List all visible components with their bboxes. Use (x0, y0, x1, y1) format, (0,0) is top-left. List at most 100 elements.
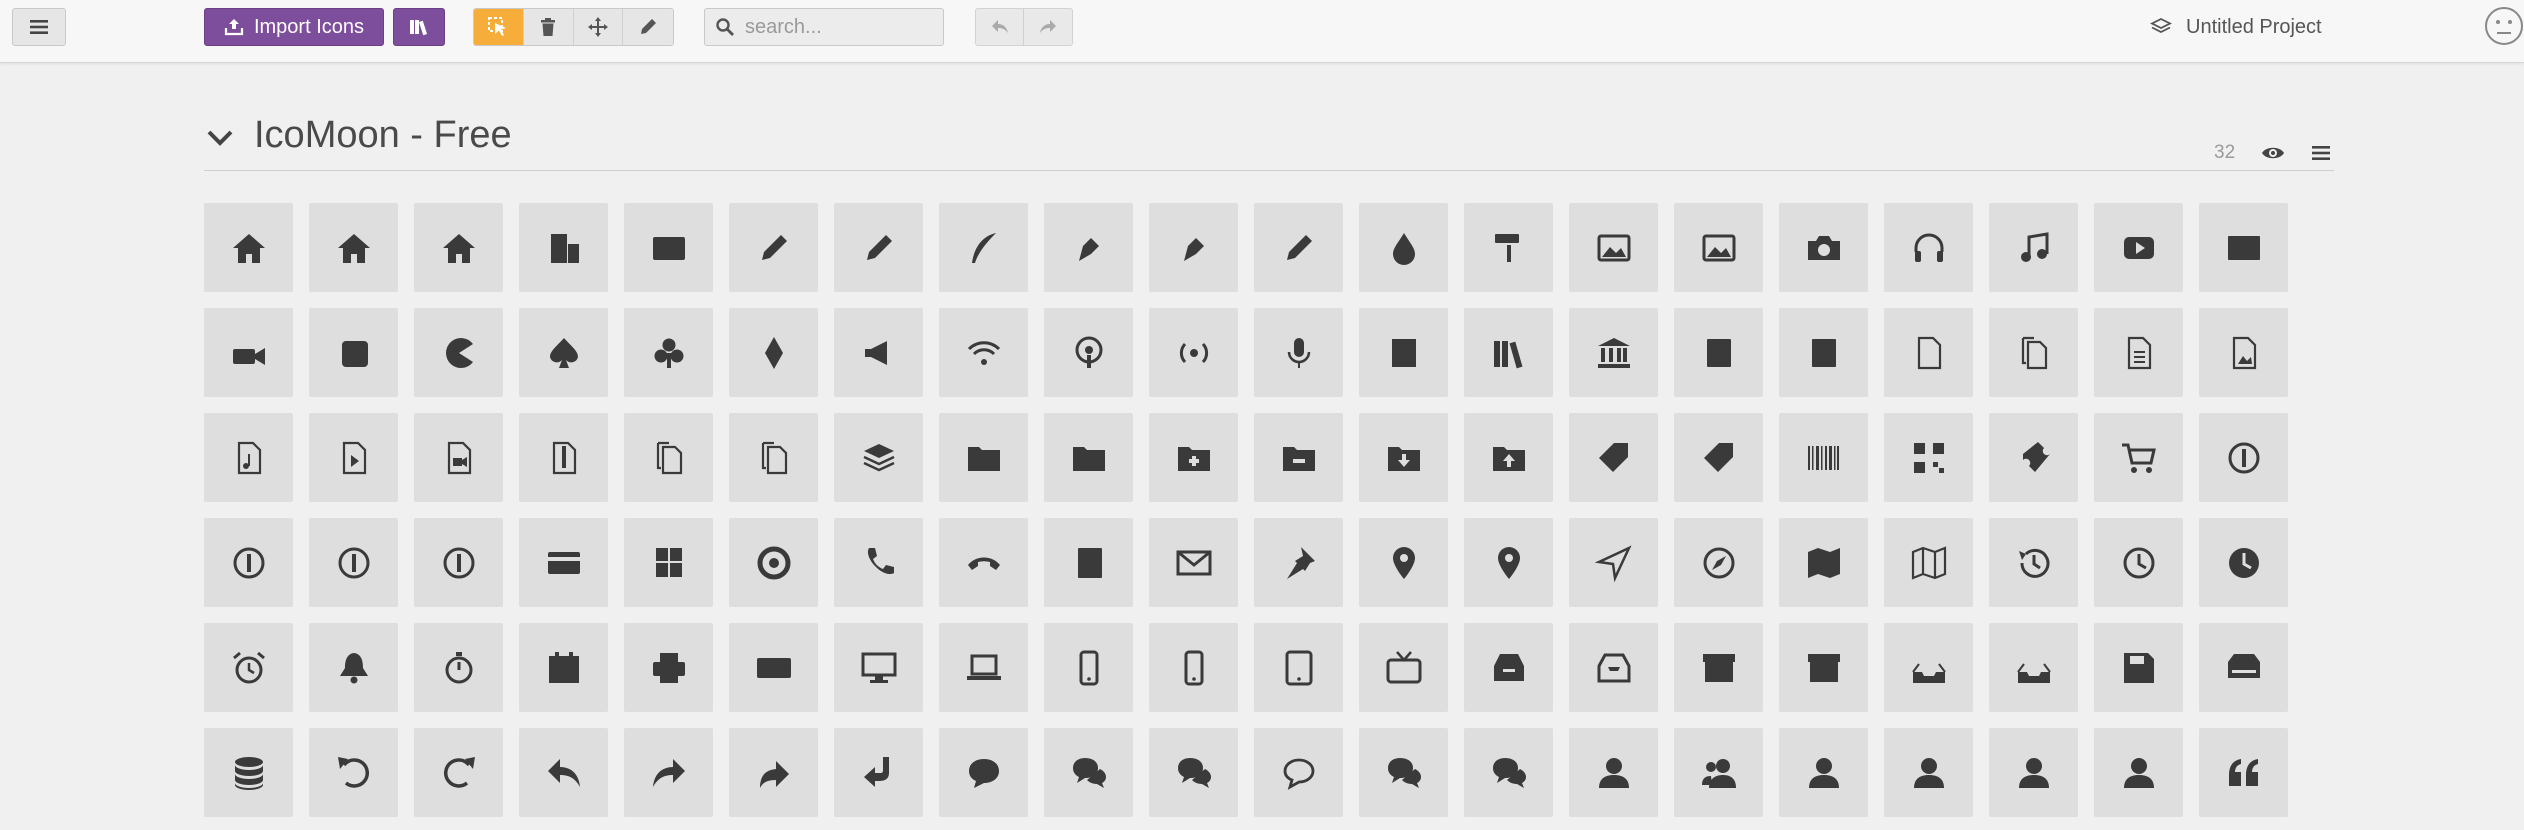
icon-tile-file-text2[interactable] (2094, 308, 2183, 397)
icon-tile-floppy-disk[interactable] (2094, 623, 2183, 712)
icon-tile-play[interactable] (2094, 203, 2183, 292)
icon-tile-image[interactable] (1569, 203, 1658, 292)
edit-tool[interactable] (623, 9, 673, 45)
eye-icon[interactable] (2261, 142, 2285, 164)
icon-tile-location[interactable] (1359, 518, 1448, 607)
icon-tile-feed[interactable] (1149, 308, 1238, 397)
icon-tile-ticket[interactable] (1989, 413, 2078, 502)
icon-tile-blog[interactable] (1149, 203, 1238, 292)
icon-tile-coin-dollar[interactable] (2199, 413, 2288, 502)
icon-tile-copy[interactable] (624, 413, 713, 502)
icon-tile-headphones[interactable] (1884, 203, 1973, 292)
icon-tile-user-tie[interactable] (2094, 728, 2183, 817)
icon-tile-stopwatch[interactable] (414, 623, 503, 712)
icon-tile-eyedropper[interactable] (1254, 203, 1343, 292)
icon-tile-forward[interactable] (729, 728, 818, 817)
icon-tile-folder-minus[interactable] (1254, 413, 1343, 502)
icon-tile-droplet[interactable] (1359, 203, 1448, 292)
icon-tile-phone[interactable] (834, 518, 923, 607)
icon-tile-download[interactable] (1884, 623, 1973, 712)
icon-tile-bullhorn[interactable] (834, 308, 923, 397)
icon-tile-pencil[interactable] (729, 203, 818, 292)
icon-tile-mobile2[interactable] (1149, 623, 1238, 712)
icon-tile-home3[interactable] (414, 203, 503, 292)
icon-tile-film[interactable] (2199, 203, 2288, 292)
move-tool[interactable] (573, 9, 624, 45)
icon-tile-bubbles4[interactable] (1464, 728, 1553, 817)
icon-tile-books[interactable] (1464, 308, 1553, 397)
icon-tile-coin-yen[interactable] (414, 518, 503, 607)
icon-tile-images[interactable] (1674, 203, 1763, 292)
icon-tile-paste[interactable] (729, 413, 818, 502)
icon-tile-coin-pound[interactable] (309, 518, 398, 607)
icon-tile-user-check[interactable] (1989, 728, 2078, 817)
icon-tile-lifebuoy[interactable] (729, 518, 818, 607)
icon-tile-phone-hang-up[interactable] (939, 518, 1028, 607)
icon-tile-music[interactable] (1989, 203, 2078, 292)
icon-tile-price-tag[interactable] (1569, 413, 1658, 502)
icon-tile-quill[interactable] (939, 203, 1028, 292)
icon-tile-pencil2[interactable] (834, 203, 923, 292)
icon-tile-quotes-left[interactable] (2199, 728, 2288, 817)
icon-tile-bubbles2[interactable] (1149, 728, 1238, 817)
icon-tile-home2[interactable] (309, 203, 398, 292)
icon-tile-file-music[interactable] (204, 413, 293, 502)
icon-tile-clock2[interactable] (2199, 518, 2288, 607)
icon-tile-barcode[interactable] (1779, 413, 1868, 502)
icon-tile-file-empty[interactable] (1884, 308, 1973, 397)
icon-tile-drawer2[interactable] (1569, 623, 1658, 712)
icon-tile-file-play[interactable] (309, 413, 398, 502)
icon-tile-files-empty[interactable] (1989, 308, 2078, 397)
icon-tile-address-book[interactable] (1044, 518, 1133, 607)
icon-tile-compass[interactable] (1569, 518, 1658, 607)
icon-tile-credit-card[interactable] (519, 518, 608, 607)
icon-tile-bubbles3[interactable] (1359, 728, 1448, 817)
icon-library-button[interactable] (393, 8, 445, 46)
icon-tile-folder-plus[interactable] (1149, 413, 1238, 502)
icon-tile-drawer[interactable] (1464, 623, 1553, 712)
icon-tile-tablet[interactable] (1254, 623, 1343, 712)
icon-tile-database[interactable] (204, 728, 293, 817)
icon-tile-history[interactable] (1989, 518, 2078, 607)
icon-tile-mobile[interactable] (1044, 623, 1133, 712)
icon-tile-tv[interactable] (1359, 623, 1448, 712)
icon-tile-office[interactable] (519, 203, 608, 292)
icon-tile-stack[interactable] (834, 413, 923, 502)
icon-tile-newspaper[interactable] (624, 203, 713, 292)
icon-tile-clubs[interactable] (624, 308, 713, 397)
icon-tile-library[interactable] (1569, 308, 1658, 397)
icon-tile-pushpin[interactable] (1254, 518, 1343, 607)
icon-tile-video-camera[interactable] (204, 308, 293, 397)
icon-tile-camera[interactable] (1779, 203, 1868, 292)
icon-tile-spades[interactable] (519, 308, 608, 397)
icon-tile-home[interactable] (204, 203, 293, 292)
icon-tile-calculator[interactable] (624, 518, 713, 607)
icon-tile-file-picture[interactable] (2199, 308, 2288, 397)
chevron-down-icon[interactable] (204, 122, 236, 154)
icon-tile-map[interactable] (1779, 518, 1868, 607)
icon-tile-undo[interactable] (309, 728, 398, 817)
undo-button[interactable] (976, 9, 1024, 45)
icon-tile-folder-open[interactable] (1044, 413, 1133, 502)
icon-tile-redo2[interactable] (624, 728, 713, 817)
icon-tile-box-add[interactable] (1674, 623, 1763, 712)
icon-tile-keyboard[interactable] (729, 623, 818, 712)
icon-tile-coin-euro[interactable] (204, 518, 293, 607)
icon-tile-folder[interactable] (939, 413, 1028, 502)
icon-tile-folder-download[interactable] (1359, 413, 1448, 502)
icon-tile-bubble[interactable] (939, 728, 1028, 817)
icon-tile-cart[interactable] (2094, 413, 2183, 502)
project-selector[interactable]: Untitled Project (2150, 12, 2322, 42)
set-menu-icon[interactable] (2310, 142, 2332, 164)
icon-tile-display[interactable] (834, 623, 923, 712)
icon-tile-folder-upload[interactable] (1464, 413, 1553, 502)
icon-tile-calendar[interactable] (519, 623, 608, 712)
icon-tile-file-text[interactable] (1674, 308, 1763, 397)
user-avatar-icon[interactable] (2484, 6, 2524, 46)
icon-tile-compass2[interactable] (1674, 518, 1763, 607)
icon-tile-bell[interactable] (309, 623, 398, 712)
icon-tile-box-remove[interactable] (1779, 623, 1868, 712)
icon-tile-clock[interactable] (2094, 518, 2183, 607)
icon-tile-pacman[interactable] (414, 308, 503, 397)
icon-tile-user[interactable] (1569, 728, 1658, 817)
